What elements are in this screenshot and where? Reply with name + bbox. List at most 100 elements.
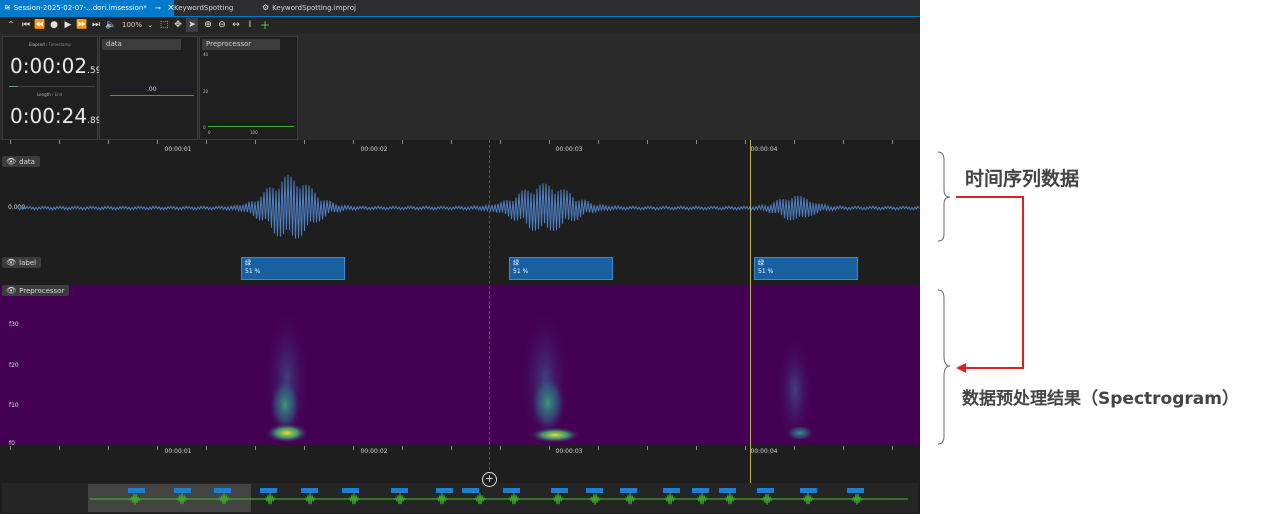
minimap-label-box [551,488,568,493]
waveform-path-group [17,175,920,239]
fit-width-icon[interactable]: ↔ [230,18,242,32]
time-panel: Elapsed / Timestamp 0:00:02.597 Length /… [2,36,107,140]
minimap-label-box [503,488,520,493]
ruler-tick [255,446,256,450]
ruler-tick [745,140,746,144]
elapsed-main: 0:00:02 [10,54,88,78]
elapsed-time: 0:00:02.597 [10,54,107,78]
toolbar: ⌃ ⏮ ⏪ ● ▶ ⏩ ⏭ 🔈 100% ⌄ ⬚ ✥ ➤ ⊕ ⊖ ↔ I + [0,17,920,34]
minimap-label-box [800,488,817,493]
pp-x-left: 0 [208,130,211,135]
ruler-tick [451,140,452,144]
tab-keywordspotting-label: KeywordSpotting [174,4,234,12]
zoom-select-icon[interactable]: ⬚ [158,18,170,32]
progress-fill [9,86,18,87]
ruler-tick [647,446,648,450]
ruler-tick [10,446,11,450]
spec-y-label: f0 [9,440,15,445]
ruler-tick [108,140,109,144]
label-box[interactable]: 绿 51 % [241,257,345,280]
minimap-label-box [692,488,709,493]
top-panels: Elapsed / Timestamp 0:00:02.597 Length /… [0,34,920,140]
minimap-label-box [174,488,191,493]
marker-cursor[interactable] [750,140,751,485]
dropdown-icon[interactable]: ⌄ [144,18,156,32]
tab-keywordspotting[interactable]: KeywordSpotting [174,0,233,16]
zoom-in-icon[interactable]: ⊕ [202,18,214,32]
ruler-tick [304,140,305,144]
annotation-preprocess: 数据预处理结果（Spectrogram） [962,389,1239,409]
spectrogram: f30 f20 f10 f0 [0,285,920,445]
skip-start-icon[interactable]: ⏮ [20,18,32,32]
ruler-tick [500,446,501,450]
add-track-button[interactable]: + [482,472,497,487]
waveform-line [17,175,920,239]
ruler-tick [843,446,844,450]
step-back-icon[interactable]: ⏪ [34,18,46,32]
length-main: 0:00:24 [10,104,88,128]
play-icon[interactable]: ▶ [62,18,74,32]
playback-zoom[interactable]: 100% [122,18,142,32]
ruler-tick [451,446,452,450]
collapse-icon[interactable]: ⌃ [5,18,17,32]
preprocessor-panel: Preprocessor 40 20 0 0 100 [199,36,298,140]
ruler-tick [500,140,501,144]
eye-icon[interactable]: 👁 [6,258,16,267]
ruler-label: 00:00:01 [164,448,192,455]
spectrogram-image [265,310,814,445]
add-icon[interactable]: + [259,18,271,32]
minimap-label-box [128,488,145,493]
pin-icon[interactable]: ⊸ [155,4,161,12]
tab-project[interactable]: ⚙ KeywordSpotting.improj [262,0,356,16]
label-box-text: 绿 [513,260,520,267]
minimap-label-box [462,488,479,493]
ruler-tick [255,140,256,144]
ruler-tick [843,140,844,144]
pp-y-bot: 0 [203,125,206,130]
minimap-line [89,493,909,505]
step-forward-icon[interactable]: ⏩ [76,18,88,32]
ruler-label: 00:00:03 [555,146,583,153]
minimap-label-box [719,488,736,493]
gear-icon: ⚙ [262,3,270,12]
record-icon[interactable]: ● [48,18,60,32]
ruler-tick [157,140,158,144]
ruler-tick [206,140,207,144]
ruler-tick [647,140,648,144]
length-label: Length [37,92,51,97]
end-label: / End [52,92,63,97]
session-icon: ≋ [4,3,11,12]
minimap-label-box [620,488,637,493]
speaker-icon[interactable]: 🔈 [105,18,117,32]
label-box-text: 绿 [245,260,252,267]
elapsed-caption: Elapsed / Timestamp [29,42,71,47]
tab-project-label: KeywordSpotting.improj [272,4,356,12]
ruler-tick [549,140,550,144]
ruler-tick [108,446,109,450]
timestamp-label: / Timestamp [46,42,71,47]
track-chip-preprocessor[interactable]: 👁 Preprocessor [2,285,70,296]
playhead-cursor[interactable] [489,140,490,485]
pp-line [208,126,294,127]
pointer-icon[interactable]: ➤ [186,18,198,32]
ruler-tick [402,140,403,144]
tab-session[interactable]: ≋ Session-2025-02-07-...dori.imsession* ⊸… [0,0,175,16]
length-caption: Length / End [37,92,62,97]
minimap-label-box [436,488,453,493]
ruler-label: 00:00:04 [750,448,778,455]
label-box[interactable]: 绿 51 % [509,257,613,280]
minimap-label-box [663,488,680,493]
text-cursor-icon[interactable]: I [244,18,256,32]
zoom-out-icon[interactable]: ⊖ [216,18,228,32]
eye-icon[interactable]: 👁 [6,286,16,295]
label-box[interactable]: 绿 51 % [754,257,858,280]
ruler-label: 00:00:03 [555,448,583,455]
ruler-tick [59,140,60,144]
data-value: .00 [147,86,157,93]
pan-icon[interactable]: ✥ [172,18,184,32]
app-window: ≋ Session-2025-02-07-...dori.imsession* ⊸… [0,0,920,514]
skip-end-icon[interactable]: ⏭ [90,18,102,32]
ruler-label: 00:00:04 [750,146,778,153]
track-chip-label[interactable]: 👁 label [2,257,42,268]
minimap-label-box [342,488,359,493]
